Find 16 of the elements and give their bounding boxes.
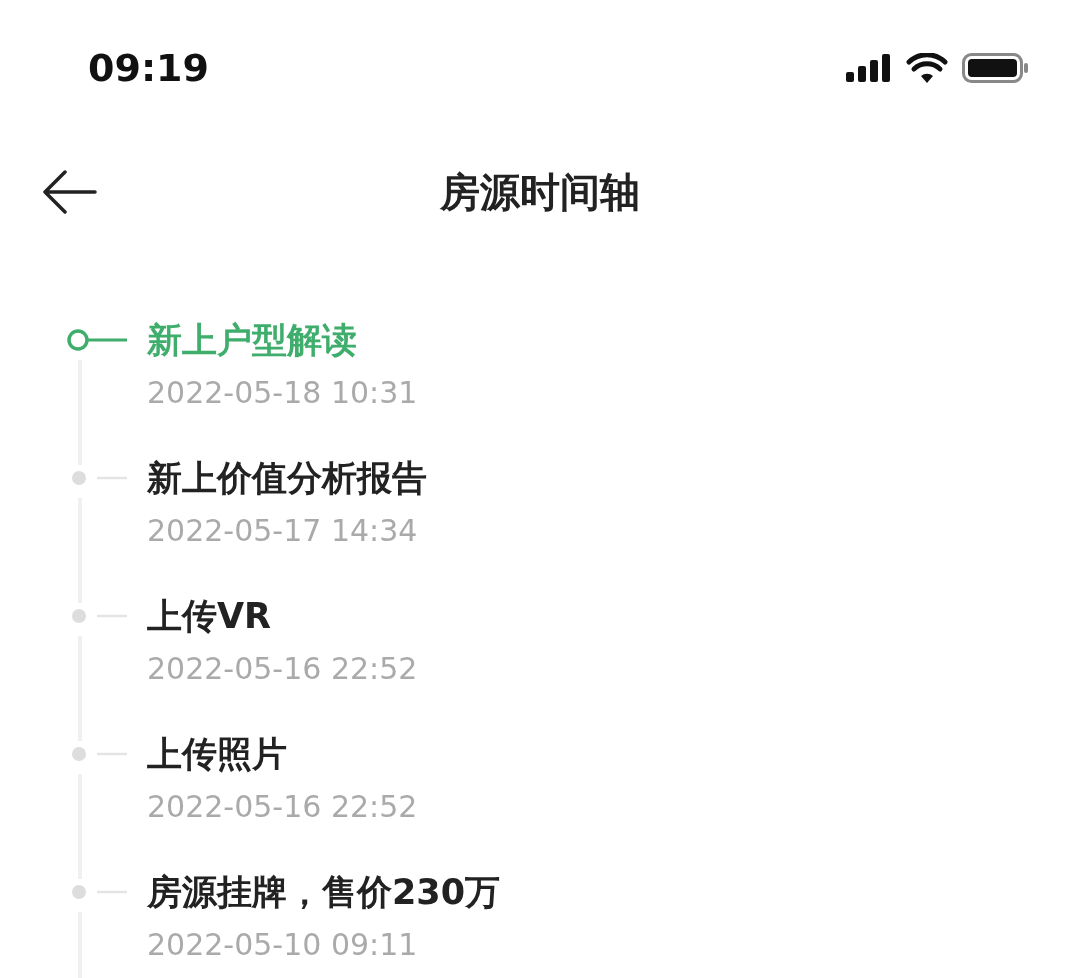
- event-title: 新上价值分析报告: [147, 457, 427, 500]
- event-date: 2022-05-16 22:52: [147, 788, 418, 826]
- battery-icon: [962, 53, 1030, 83]
- event-title: 上传VR: [147, 595, 273, 638]
- event-title: 新上户型解读: [147, 319, 358, 362]
- status-time: 09:19: [88, 46, 210, 90]
- event-date: 2022-05-18 10:31: [147, 374, 418, 412]
- event-title: 房源挂牌，售价230万: [147, 871, 501, 914]
- event-date: 2022-05-16 22:52: [147, 650, 418, 688]
- page-title: 房源时间轴: [440, 167, 640, 217]
- wifi-icon: [906, 53, 948, 83]
- event-date: 2022-05-10 09:11: [147, 926, 419, 964]
- signal-icon: [846, 54, 892, 82]
- event-date: 2022-05-17 14:34: [147, 512, 419, 550]
- back-arrow-icon: [41, 170, 97, 214]
- event-title: 上传照片: [147, 733, 288, 776]
